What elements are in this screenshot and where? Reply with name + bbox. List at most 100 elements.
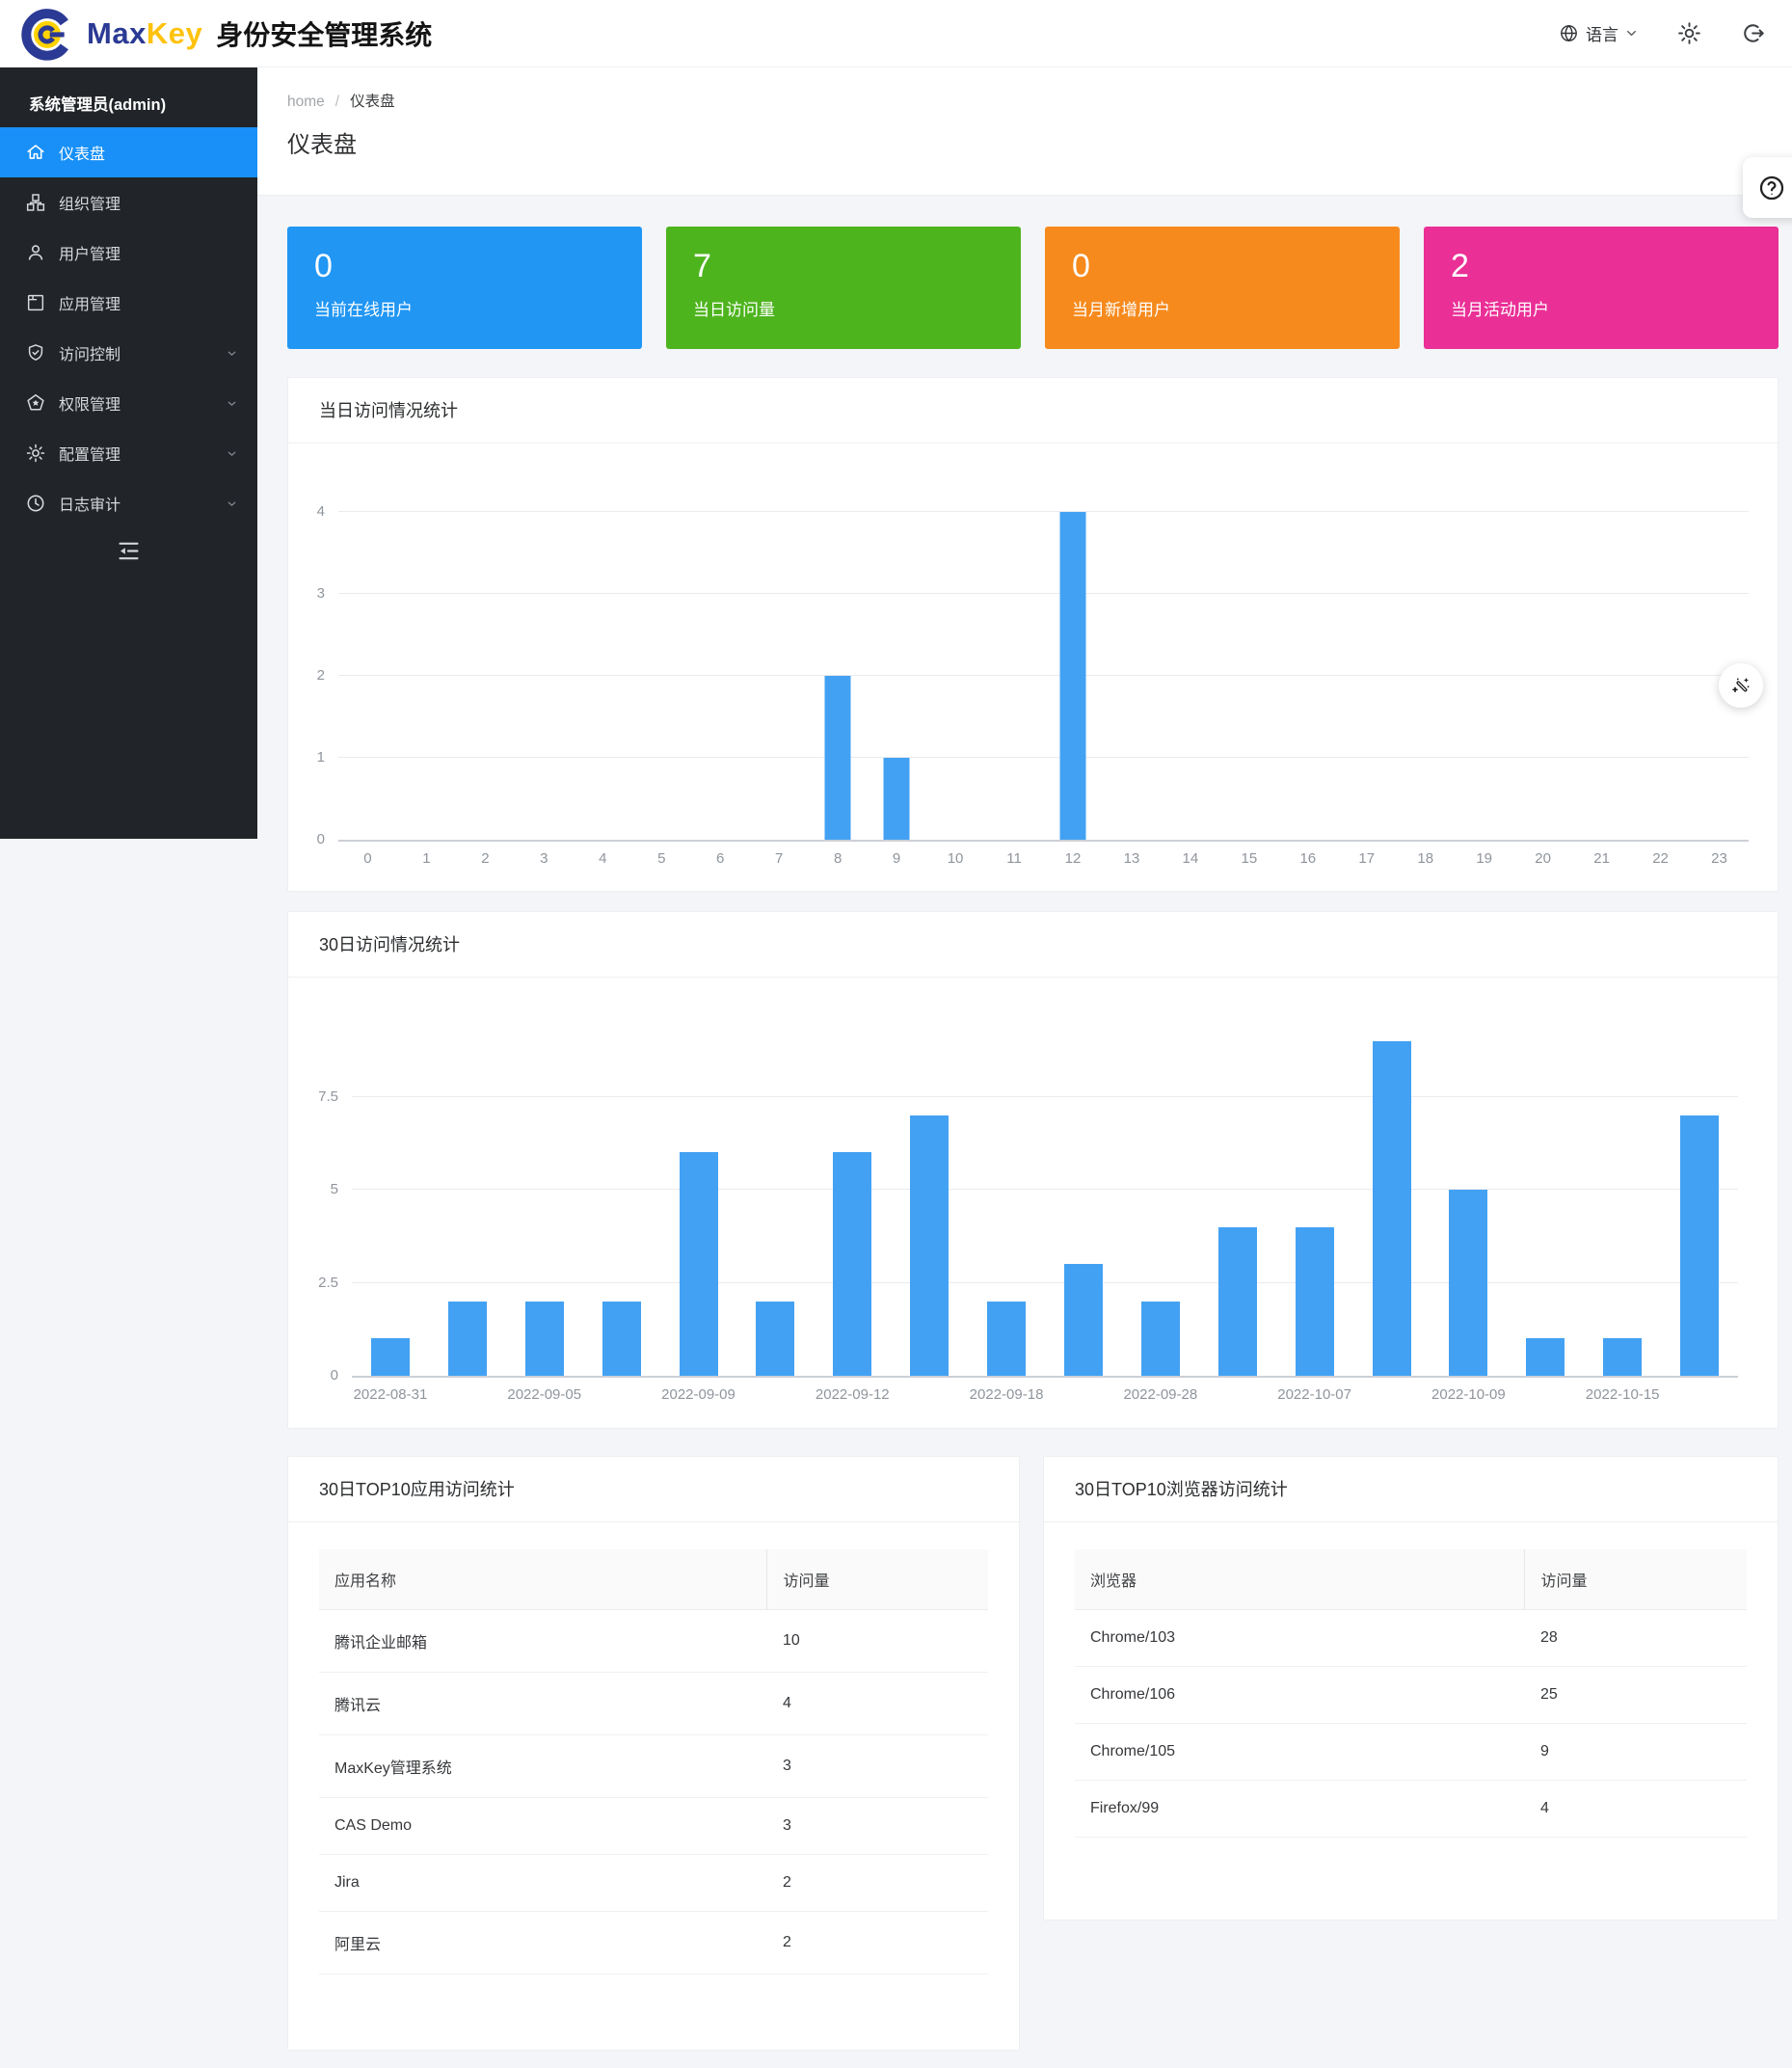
bar-series-13 [1373,1041,1411,1376]
monthly-visits-chart: 02.557.52022-08-312022-09-052022-09-0920… [352,1004,1738,1378]
y-axis-tick: 2.5 [318,1275,338,1292]
top-apps-title: 30日TOP10应用访问统计 [288,1457,1019,1522]
cell-name: MaxKey管理系统 [319,1735,767,1798]
breadcrumb-current: 仪表盘 [350,94,395,110]
sidebar-item-label: 应用管理 [59,291,238,314]
sidebar-footer [0,538,257,564]
sidebar-item-label: 配置管理 [59,442,226,465]
x-axis-tick: 0 [363,850,371,867]
table-row: Chrome/1059 [1075,1724,1747,1781]
x-axis-tick: 2022-09-05 [507,1386,581,1403]
cell-count: 28 [1525,1610,1747,1667]
stat-label: 当月活动用户 [1451,296,1752,320]
y-axis-tick: 4 [317,503,325,521]
x-axis-tick: 7 [775,850,783,867]
stat-card-monthly-active-users: 2当月活动用户 [1424,227,1779,349]
y-axis-tick: 0 [331,1367,338,1384]
cell-count: 3 [767,1735,988,1798]
table-row: Chrome/10625 [1075,1667,1747,1724]
x-axis-tick: 8 [834,850,842,867]
bar-series-9 [1064,1264,1103,1376]
chevron-down-icon [226,447,238,460]
table-row: MaxKey管理系统3 [319,1735,988,1798]
stat-value: 0 [314,248,615,285]
breadcrumb: home / 仪表盘 [287,90,395,111]
x-axis-tick: 13 [1124,850,1140,867]
help-button[interactable] [1743,157,1792,218]
bar-2022-10-15 [1603,1338,1642,1376]
table-row: Firefox/994 [1075,1781,1747,1838]
x-axis-tick: 2022-08-31 [354,1386,428,1403]
language-menu[interactable]: 语言 [1559,21,1638,45]
sidebar: 系统管理员(admin) 仪表盘组织管理用户管理应用管理访问控制权限管理配置管理… [0,67,257,839]
sidebar-item-permissions[interactable]: 权限管理 [0,378,257,428]
page-header-band: home / 仪表盘 仪表盘 [257,67,1792,196]
x-axis-tick: 20 [1535,850,1551,867]
x-axis-tick: 9 [893,850,900,867]
sidebar-item-label: 日志审计 [59,492,226,515]
cell-name: Chrome/105 [1075,1724,1525,1781]
bar-2022-08-31 [371,1338,410,1376]
monthly-visits-card: 30日访问情况统计 02.557.52022-08-312022-09-0520… [287,911,1779,1429]
sidebar-menu: 仪表盘组织管理用户管理应用管理访问控制权限管理配置管理日志审计 [0,127,257,528]
maxkey-logo-icon [19,6,75,62]
gridline [338,675,1749,676]
table-row: 阿里云2 [319,1912,988,1974]
question-circle-icon [1757,174,1786,202]
x-axis-tick: 2022-10-15 [1586,1386,1660,1403]
cell-count: 9 [1525,1724,1747,1781]
cell-name: 阿里云 [319,1912,767,1974]
sidebar-item-access-control[interactable]: 访问控制 [0,328,257,378]
x-axis-tick: 15 [1242,850,1258,867]
sidebar-item-users[interactable]: 用户管理 [0,228,257,278]
daily-visits-title: 当日访问情况统计 [288,378,1778,443]
breadcrumb-separator: / [335,94,339,110]
bar-2022-09-12 [833,1152,871,1376]
y-axis-tick: 0 [317,831,325,848]
daily-visits-card: 当日访问情况统计 0123401234567891011121314151617… [287,377,1779,892]
app-window-icon [25,292,46,313]
sidebar-item-organization[interactable]: 组织管理 [0,177,257,228]
logout-button[interactable] [1741,20,1767,46]
sidebar-item-dashboard[interactable]: 仪表盘 [0,127,257,177]
gridline [352,1282,1738,1283]
cell-name: 腾讯企业邮箱 [319,1610,767,1673]
cell-name: Chrome/106 [1075,1667,1525,1724]
sidebar-item-configuration[interactable]: 配置管理 [0,428,257,478]
sidebar-item-audit-log[interactable]: 日志审计 [0,478,257,528]
cell-count: 10 [767,1610,988,1673]
sidebar-item-applications[interactable]: 应用管理 [0,278,257,328]
cell-name: 腾讯云 [319,1673,767,1735]
y-axis-tick: 2 [317,667,325,685]
menu-fold-icon[interactable] [116,538,142,564]
theme-wand-button[interactable] [1719,663,1763,708]
x-axis-tick: 23 [1711,850,1727,867]
organization-icon [25,192,46,213]
settings-button[interactable] [1676,20,1702,46]
bar-9 [884,758,910,840]
stat-label: 当前在线用户 [314,296,615,320]
pentagon-star-icon [25,392,46,414]
chevron-down-icon [226,497,238,510]
bar-2022-09-09 [680,1152,718,1376]
x-axis-tick: 11 [1006,850,1022,867]
x-axis-tick: 21 [1593,850,1610,867]
y-axis-tick: 3 [317,585,325,603]
x-axis-tick: 10 [948,850,964,867]
brand-max: Max [87,16,147,50]
gridline [338,511,1749,512]
cell-name: Jira [319,1855,767,1912]
stat-value: 7 [693,248,994,285]
breadcrumb-home[interactable]: home [287,94,325,110]
brand-wordmark: MaxKey [87,16,202,51]
x-axis-tick: 17 [1358,850,1375,867]
x-axis-tick: 2022-09-09 [661,1386,736,1403]
home-icon [25,142,46,163]
admin-user-label: 系统管理员(admin) [0,67,257,127]
top-apps-card: 30日TOP10应用访问统计 应用名称 访问量 腾讯企业邮箱10腾讯云4MaxK… [287,1456,1020,2051]
chevron-down-icon [226,347,238,360]
monthly-visits-title: 30日访问情况统计 [288,912,1778,978]
stat-cards-row: 0当前在线用户7当日访问量0当月新增用户2当月活动用户 [287,227,1779,349]
top-browsers-card: 30日TOP10浏览器访问统计 浏览器 访问量 Chrome/10328Chro… [1043,1456,1779,1920]
x-axis-tick: 2022-10-07 [1277,1386,1351,1403]
